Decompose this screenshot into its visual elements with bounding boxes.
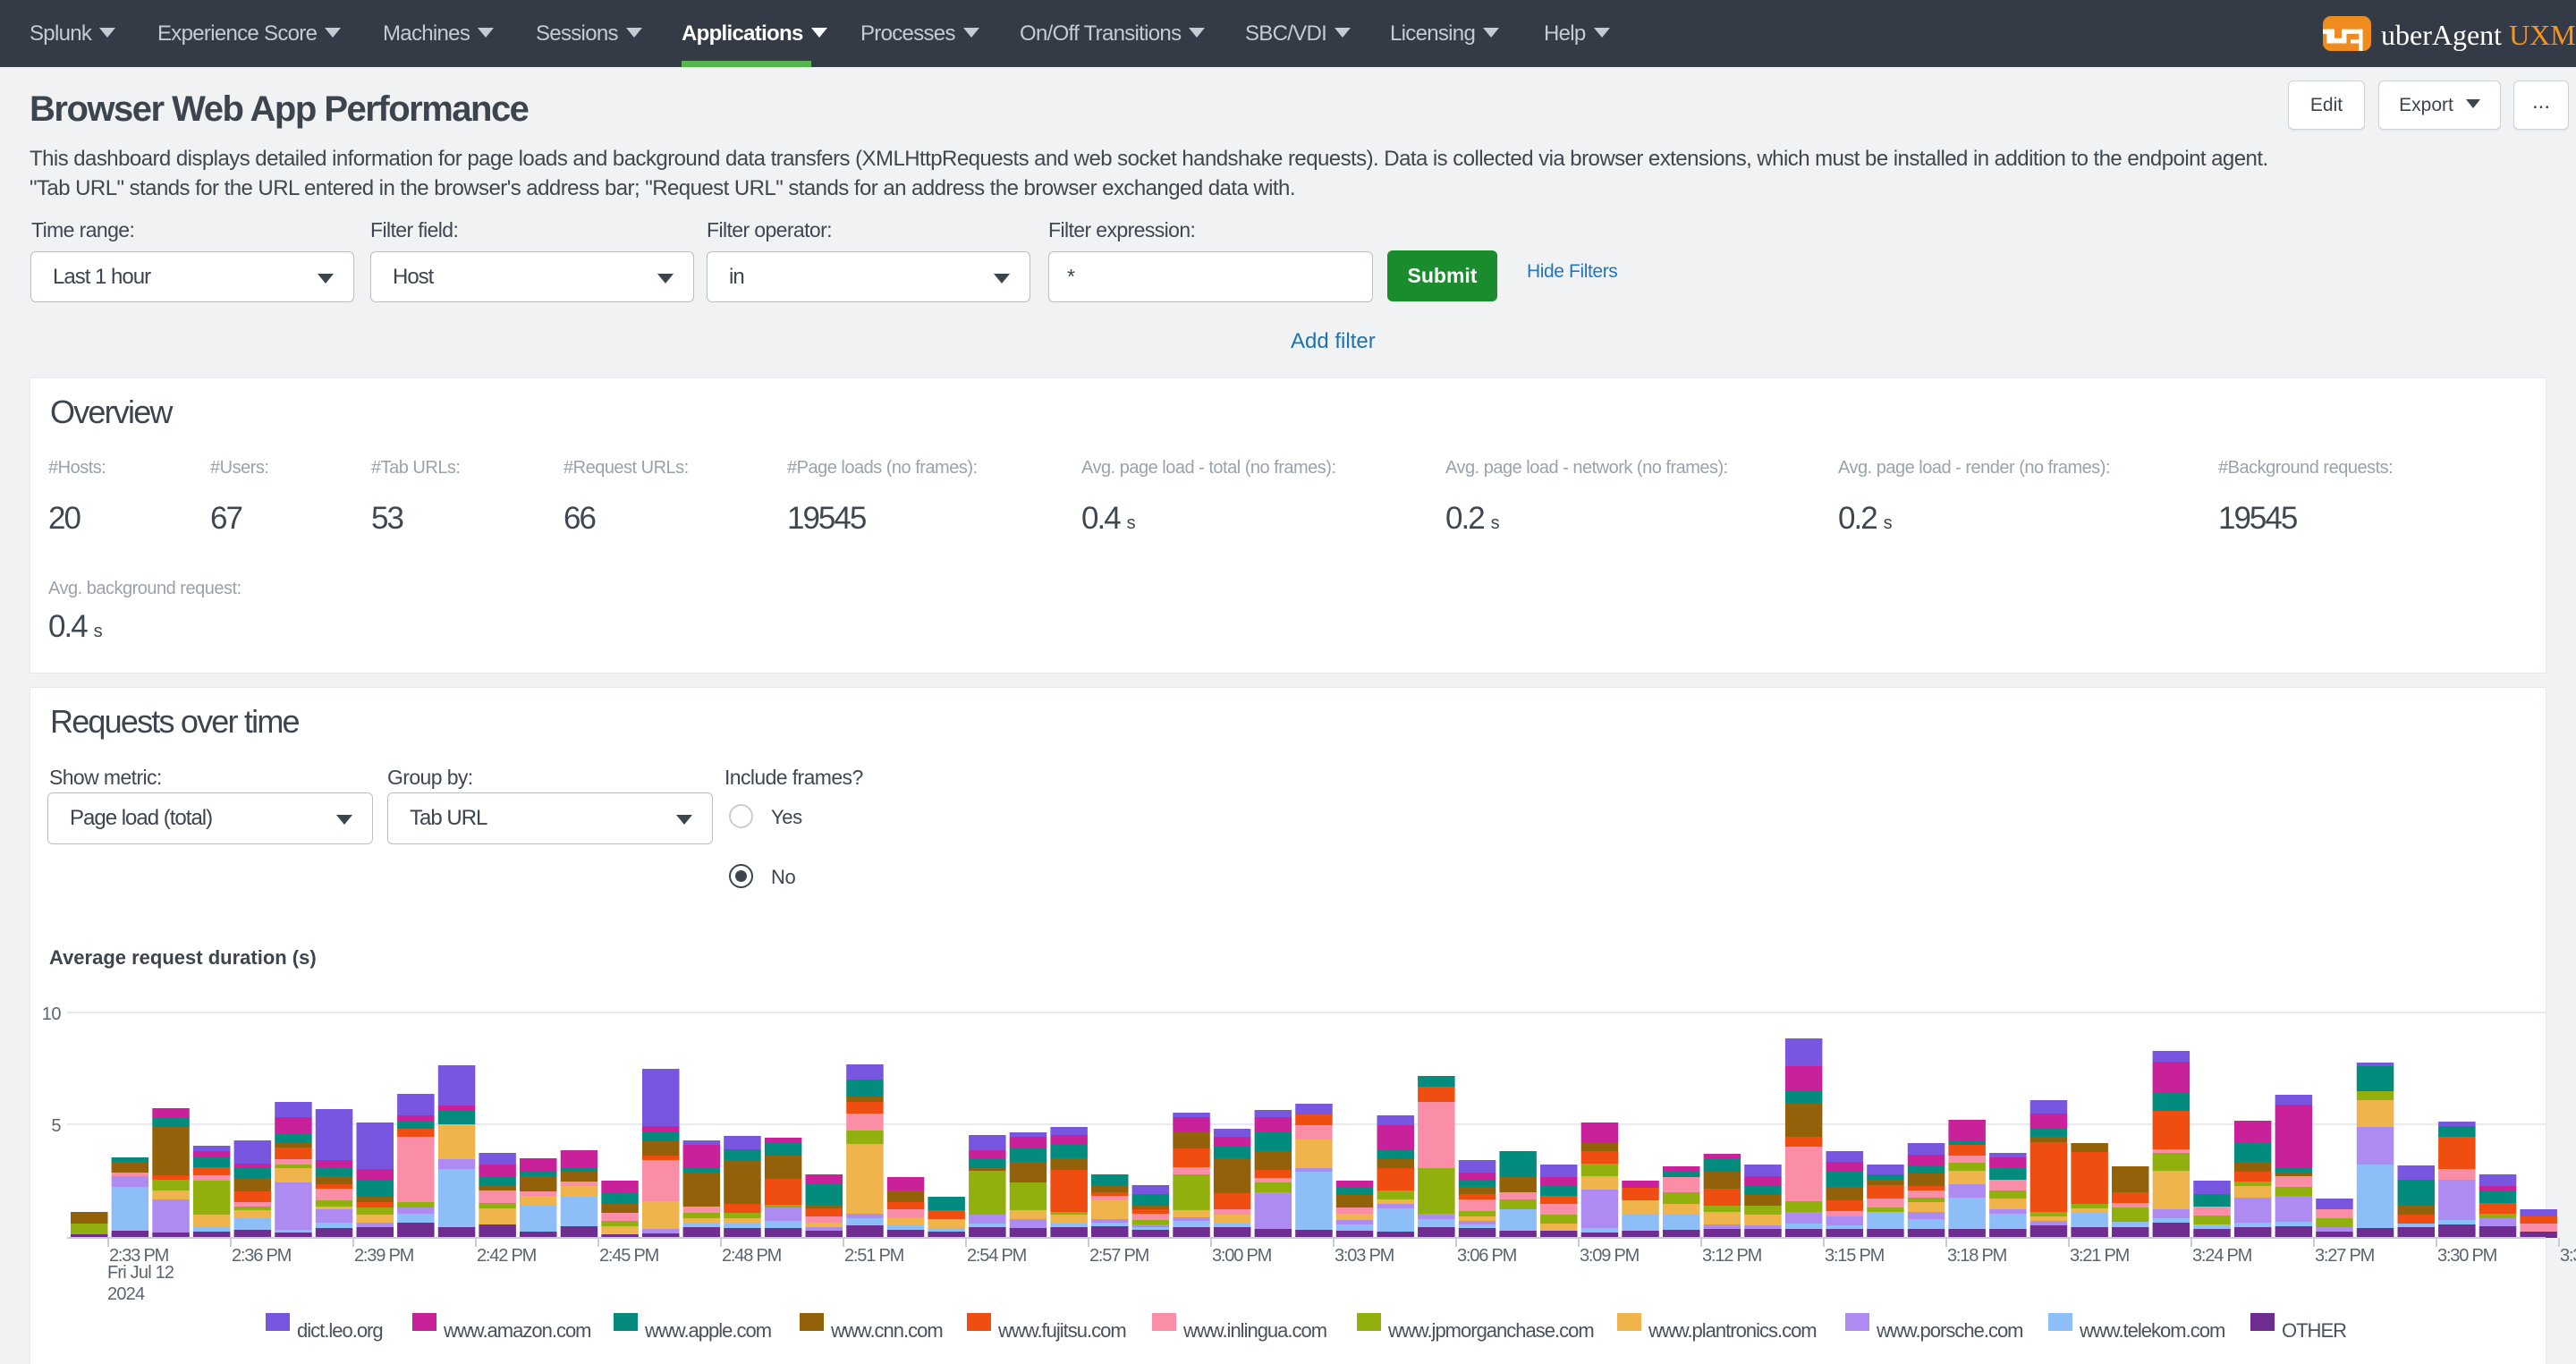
svg-text:3:00 PM: 3:00 PM [1212, 1246, 1272, 1266]
svg-text:3:12 PM: 3:12 PM [1702, 1246, 1762, 1266]
svg-text:3:09 PM: 3:09 PM [1580, 1246, 1640, 1266]
svg-text:2:48 PM: 2:48 PM [722, 1246, 782, 1266]
svg-text:3:24 PM: 3:24 PM [2192, 1246, 2252, 1266]
svg-text:3:30 PM: 3:30 PM [2437, 1246, 2497, 1266]
svg-text:5: 5 [51, 1116, 61, 1136]
svg-text:2:42 PM: 2:42 PM [477, 1246, 537, 1266]
svg-text:2:45 PM: 2:45 PM [599, 1246, 659, 1266]
svg-text:3:21 PM: 3:21 PM [2070, 1246, 2130, 1266]
svg-text:3:06 PM: 3:06 PM [1457, 1246, 1517, 1266]
svg-text:3:18 PM: 3:18 PM [1947, 1246, 2007, 1266]
svg-text:3:33 PM: 3:33 PM [2560, 1246, 2576, 1266]
svg-text:3:27 PM: 3:27 PM [2315, 1246, 2375, 1266]
svg-text:3:15 PM: 3:15 PM [1825, 1246, 1885, 1266]
svg-text:3:03 PM: 3:03 PM [1335, 1246, 1394, 1266]
svg-text:2:57 PM: 2:57 PM [1089, 1246, 1149, 1266]
svg-text:10: 10 [42, 1004, 62, 1024]
svg-text:2:39 PM: 2:39 PM [354, 1246, 414, 1266]
svg-text:2:51 PM: 2:51 PM [844, 1246, 904, 1266]
svg-text:2:54 PM: 2:54 PM [967, 1246, 1027, 1266]
svg-text:2:36 PM: 2:36 PM [232, 1246, 292, 1266]
